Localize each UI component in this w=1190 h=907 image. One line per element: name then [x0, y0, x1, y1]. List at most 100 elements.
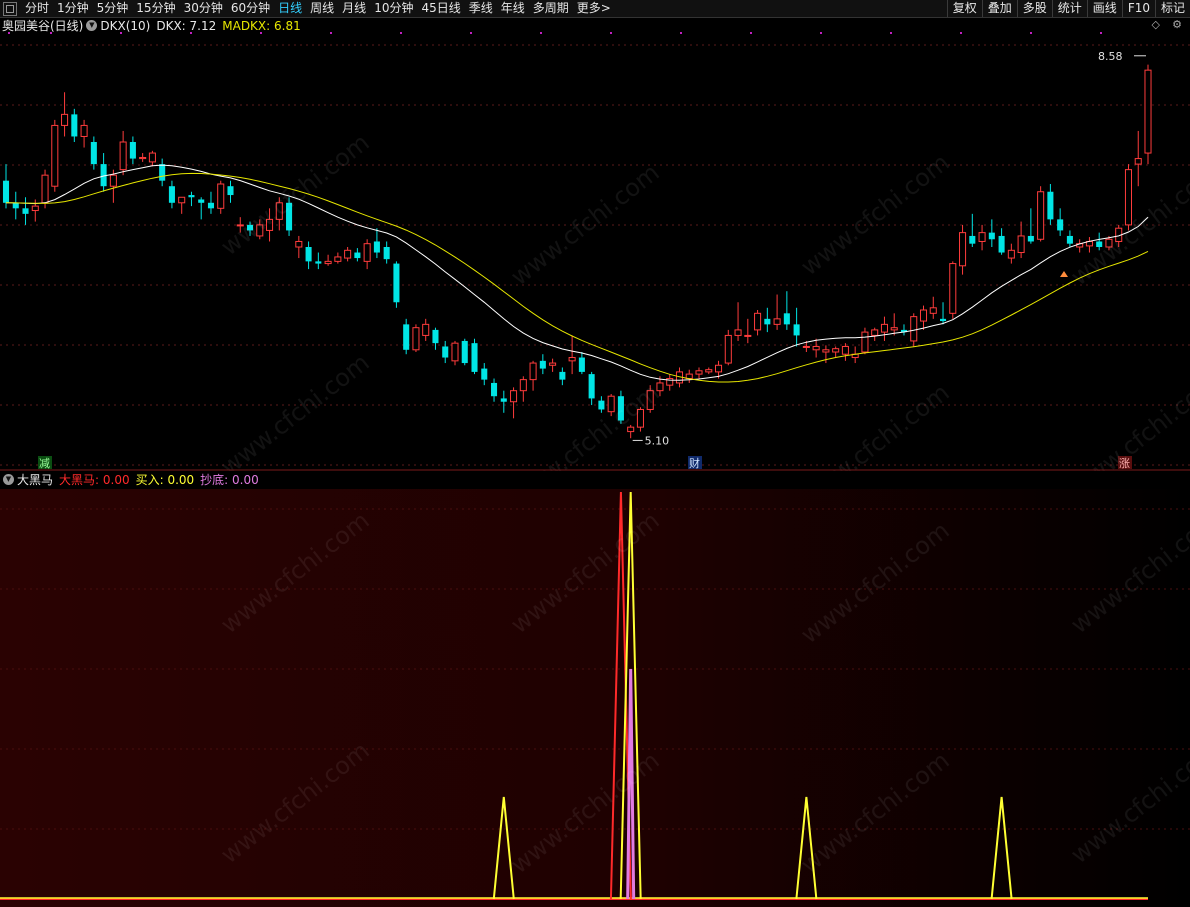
- candle-body: [559, 371, 566, 380]
- marker-dot: [680, 32, 682, 34]
- toolbar-button-5[interactable]: F10: [1121, 0, 1155, 17]
- candle-body: [227, 186, 234, 196]
- period-tab-4[interactable]: 30分钟: [180, 0, 227, 17]
- candle-body: [198, 199, 205, 203]
- candle-body: [412, 327, 420, 351]
- candle-body: [71, 114, 78, 137]
- candle-body: [929, 307, 937, 314]
- period-tab-13[interactable]: 多周期: [529, 0, 573, 17]
- candle-body: [148, 152, 156, 163]
- candle-body: [939, 318, 947, 322]
- period-tab-14[interactable]: 更多>: [573, 0, 615, 17]
- candle-body: [812, 345, 820, 351]
- candle-body: [754, 312, 762, 331]
- candle-body: [373, 241, 380, 253]
- candle-body: [31, 205, 39, 212]
- candle-body: [90, 142, 97, 165]
- marker-dot: [890, 32, 892, 34]
- candle-body: [793, 324, 800, 336]
- madkx-line: [5, 172, 1149, 383]
- period-toolbar: 分时 1分钟 5分钟 15分钟 30分钟 60分钟 日线 周线 月线 10分钟 45日线 季线 年线 多周…: [0, 0, 1190, 18]
- candle-body: [2, 180, 10, 203]
- indicator-pane-header: ▼ 大黑马 大黑马: 0.00 买入: 0.00 抄底: 0.00: [0, 472, 259, 487]
- toolbar-right-buttons: 复权 叠加 多股 统计 画线 F10 标记: [946, 0, 1190, 17]
- marker-dot: [750, 32, 752, 34]
- candle-body: [1134, 158, 1142, 165]
- candle-body: [119, 141, 127, 171]
- indicator-chart[interactable]: www.cfchi.com www.cfchi.com www.cfchi.com w…: [0, 489, 1190, 907]
- candle-body: [207, 202, 215, 209]
- candle-body: [988, 232, 995, 240]
- candle-body: [41, 174, 49, 204]
- toolbar-button-6[interactable]: 标记: [1154, 0, 1190, 17]
- period-tab-9[interactable]: 10分钟: [370, 0, 417, 17]
- candle-body: [305, 247, 312, 262]
- candle-body: [491, 382, 498, 397]
- candle-body: [949, 263, 957, 314]
- candle-body: [529, 362, 537, 381]
- candle-body: [764, 318, 771, 325]
- watermark: www.cfchi.com: [216, 128, 375, 261]
- candle-body: [802, 345, 810, 348]
- indicator-pane-name[interactable]: 大黑马: [17, 471, 53, 488]
- toolbar-button-4[interactable]: 画线: [1086, 0, 1122, 17]
- period-tab-2[interactable]: 5分钟: [93, 0, 133, 17]
- candle-body: [890, 327, 898, 331]
- buy-value: 买入: 0.00: [135, 473, 195, 487]
- candle-body: [578, 357, 585, 372]
- chevron-down-icon[interactable]: ▼: [86, 20, 98, 31]
- period-tab-3[interactable]: 15分钟: [132, 0, 179, 17]
- candle-body: [80, 124, 88, 137]
- watermark: www.cfchi.com: [796, 378, 955, 471]
- dahema-value: 大黑马: 0.00: [59, 473, 130, 487]
- candle-body: [919, 309, 928, 322]
- period-tab-12[interactable]: 年线: [497, 0, 529, 17]
- marker-dot: [960, 32, 962, 34]
- marker-dot: [470, 32, 472, 34]
- toolbar-button-2[interactable]: 多股: [1016, 0, 1052, 17]
- candle-body: [168, 186, 175, 203]
- toolbar-button-3[interactable]: 统计: [1051, 0, 1087, 17]
- period-tab-11[interactable]: 季线: [465, 0, 497, 17]
- candle-body: [519, 379, 527, 392]
- candle-body: [1037, 191, 1045, 240]
- window-icon[interactable]: [3, 1, 17, 16]
- candle-body: [910, 316, 918, 342]
- watermark: www.cfchi.com: [1066, 368, 1190, 471]
- chevron-down-icon[interactable]: ▼: [3, 474, 14, 485]
- candle-body: [1047, 191, 1054, 220]
- candle-body: [461, 340, 468, 364]
- diamond-icon[interactable]: ◇: [1152, 18, 1160, 31]
- candle-body: [1124, 169, 1133, 226]
- period-tab-0[interactable]: 分时: [21, 0, 53, 17]
- marker-dot: [610, 32, 612, 34]
- candlestick-chart[interactable]: 8.585.10减财涨www.cfchi.com www.cfchi.com www…: [0, 31, 1190, 471]
- candle-body: [588, 374, 595, 399]
- candle-body: [354, 252, 361, 259]
- candle-body: [969, 235, 976, 244]
- candle-body: [471, 343, 478, 372]
- candle-body: [344, 249, 352, 259]
- candle-body: [724, 334, 732, 364]
- candle-body: [783, 313, 790, 325]
- badge-finance: 财: [689, 456, 700, 470]
- candle-body: [188, 195, 195, 198]
- period-tab-1[interactable]: 1分钟: [53, 0, 93, 17]
- marker-dot: [190, 32, 192, 34]
- candle-body: [324, 260, 332, 265]
- marker-dot: [540, 32, 542, 34]
- period-tab-6[interactable]: 日线: [274, 0, 306, 17]
- period-tab-8[interactable]: 月线: [338, 0, 370, 17]
- toolbar-button-0[interactable]: 复权: [946, 0, 982, 17]
- candle-body: [841, 345, 849, 355]
- period-tab-5[interactable]: 60分钟: [227, 0, 274, 17]
- period-tab-10[interactable]: 45日线: [417, 0, 464, 17]
- candle-body: [510, 390, 518, 403]
- period-tabs: 分时 1分钟 5分钟 15分钟 30分钟 60分钟 日线 周线 月线 10分钟 45日线 季线 年线 多周…: [0, 0, 615, 17]
- candle-body: [1017, 235, 1025, 254]
- toolbar-button-1[interactable]: 叠加: [981, 0, 1017, 17]
- settings-icon[interactable]: ⚙: [1172, 18, 1182, 31]
- candle-body: [822, 349, 830, 353]
- period-tab-7[interactable]: 周线: [306, 0, 338, 17]
- candle-body: [178, 196, 186, 204]
